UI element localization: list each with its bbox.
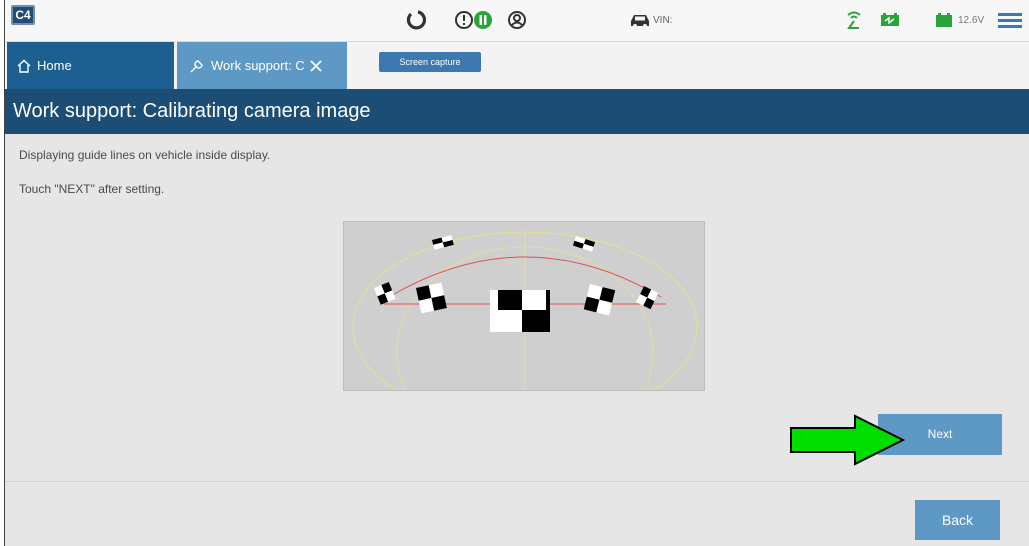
tab-home[interactable]: Home — [7, 42, 174, 89]
signal-icon — [843, 9, 865, 31]
menu-icon[interactable] — [996, 9, 1024, 31]
refresh-icon[interactable] — [405, 9, 427, 31]
page-title: Work support: Calibrating camera image — [5, 89, 1029, 134]
content-area: Displaying guide lines on vehicle inside… — [5, 134, 1029, 546]
user-icon[interactable] — [506, 9, 528, 31]
instruction-line-2: Touch "NEXT" after setting. — [19, 182, 165, 196]
tab-bar: Home Work support: C — [5, 42, 1029, 89]
home-icon — [17, 59, 31, 73]
green-arrow-annotation — [790, 414, 906, 466]
app-window: C4 VIN: 12.6V Home Work support: C Scree… — [4, 0, 1029, 546]
car-icon — [627, 9, 653, 31]
pause-icon[interactable] — [472, 9, 494, 31]
battery-icon — [933, 9, 955, 31]
voltage-readout: 12.6V — [958, 15, 985, 26]
screen-capture-tooltip: Screen capture — [379, 52, 481, 72]
battery-charge-icon — [879, 9, 901, 31]
tab-home-label: Home — [37, 58, 72, 73]
instruction-line-1: Displaying guide lines on vehicle inside… — [19, 148, 271, 162]
vin-label: VIN: — [653, 15, 673, 26]
camera-calibration-image — [343, 221, 705, 391]
back-button[interactable]: Back — [915, 500, 1000, 540]
app-logo: C4 — [11, 5, 35, 25]
footer-divider — [5, 481, 1029, 482]
wrench-icon — [189, 58, 205, 74]
tab-work-support-label: Work support: C — [211, 58, 305, 73]
close-icon[interactable] — [309, 59, 323, 73]
tab-work-support[interactable]: Work support: C — [177, 42, 347, 89]
top-toolbar: C4 VIN: 12.6V — [5, 0, 1029, 42]
